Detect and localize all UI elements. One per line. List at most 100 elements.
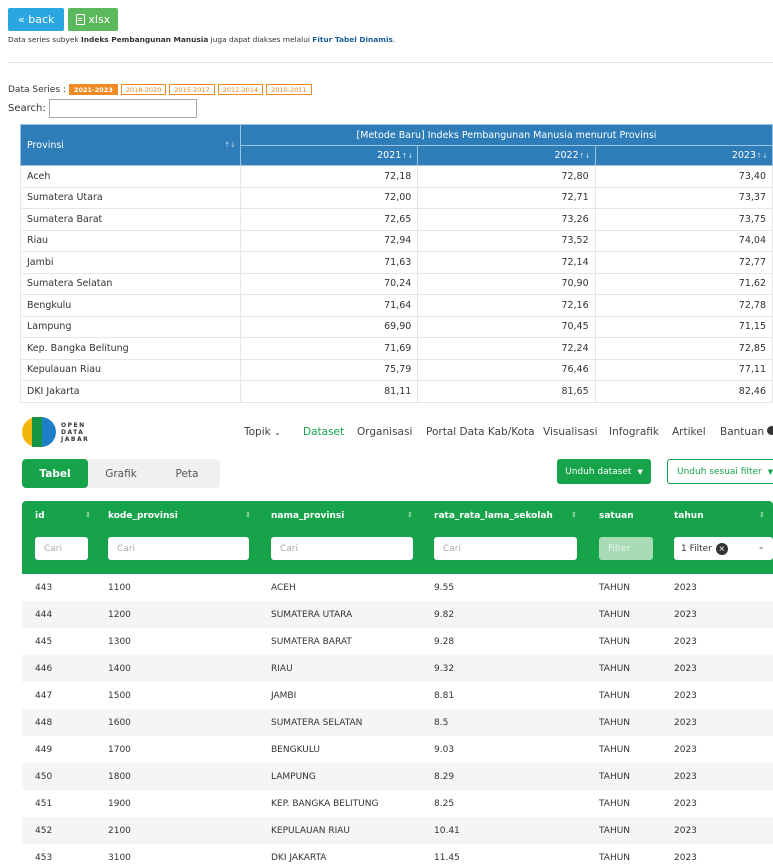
kode-provinsi-cell: 1700 (108, 745, 131, 755)
series-option[interactable]: 2015-2017 (169, 84, 215, 95)
nav-infografik[interactable]: Infografik (609, 426, 659, 438)
value-cell: 73,75 (595, 208, 773, 231)
nav-organisasi[interactable]: Organisasi (357, 426, 412, 438)
col-nama-provinsi[interactable]: nama_provinsi (271, 511, 344, 521)
clear-filter-icon[interactable]: × (715, 542, 728, 555)
sort-icon[interactable]: ⇕ (571, 511, 577, 519)
id-cell: 448 (35, 718, 53, 728)
nav-bantuan[interactable]: Bantuan (720, 426, 773, 438)
nama-provinsi-cell: BENGKULU (271, 745, 320, 755)
sort-icon[interactable]: ⇕ (245, 511, 251, 519)
rata-rata-cell: 9.55 (434, 583, 455, 593)
value-cell: 70,90 (417, 273, 596, 295)
value-cell: 72,00 (240, 187, 419, 209)
filter-nama-input[interactable]: Cari (271, 537, 413, 560)
filter-rata-input[interactable]: Cari (434, 537, 577, 560)
nav-dataset[interactable]: Dataset (303, 426, 344, 438)
nama-provinsi-cell: ACEH (271, 583, 296, 593)
nama-provinsi-cell: DKI JAKARTA (271, 853, 327, 863)
filter-satuan-input[interactable]: Filter (599, 537, 653, 560)
column-header-year[interactable]: 2023 ↑↓ (594, 145, 773, 166)
search-label: Search: (8, 103, 46, 114)
filter-id-input[interactable]: Cari (35, 537, 88, 560)
col-kode-provinsi[interactable]: kode_provinsi (108, 511, 178, 521)
kode-provinsi-cell: 1600 (108, 718, 131, 728)
province-cell: Aceh (20, 165, 241, 188)
kode-provinsi-cell: 2100 (108, 826, 131, 836)
value-cell: 76,46 (417, 359, 596, 381)
nama-provinsi-cell: LAMPUNG (271, 772, 316, 782)
series-option[interactable]: 2010-2011 (266, 84, 312, 95)
unduh-filter-button[interactable]: Unduh sesuai filter ▼ (667, 459, 773, 484)
tab-peta[interactable]: Peta (154, 459, 220, 488)
filter-tahun-select[interactable]: 1 Filter × ⌄ (674, 537, 773, 560)
tab-tabel[interactable]: Tabel (22, 459, 88, 488)
sort-icon[interactable]: ⇕ (759, 511, 765, 519)
kode-provinsi-cell: 1200 (108, 610, 131, 620)
rata-rata-cell: 10.41 (434, 826, 460, 836)
value-cell: 72,85 (595, 337, 773, 360)
sort-icon[interactable]: ⇕ (407, 511, 413, 519)
column-header-year[interactable]: 2021 ↑↓ (239, 145, 419, 166)
value-cell: 73,40 (595, 165, 773, 188)
kode-provinsi-cell: 1500 (108, 691, 131, 701)
nama-provinsi-cell: SUMATERA SELATAN (271, 718, 363, 728)
sort-icon: ↑↓ (224, 141, 236, 149)
id-cell: 449 (35, 745, 53, 755)
table-row: Kepulauan Riau 75,79 76,46 77,11 (20, 359, 773, 381)
table-row: 443 1100 ACEH 9.55 TAHUN 2023 (22, 574, 773, 601)
tab-grafik[interactable]: Grafik (88, 459, 154, 488)
satuan-cell: TAHUN (599, 583, 631, 593)
id-cell: 447 (35, 691, 53, 701)
open-data-jabar-logo[interactable]: OPEN DATA JABAR (22, 416, 89, 448)
filter-kode-input[interactable]: Cari (108, 537, 249, 560)
nav-portal-data[interactable]: Portal Data Kab/Kota (426, 426, 535, 438)
back-button[interactable]: « back (8, 8, 65, 31)
table-row: Bengkulu 71,64 72,16 72,78 (20, 294, 773, 317)
column-header-year[interactable]: 2022 ↑↓ (417, 145, 596, 166)
col-tahun[interactable]: tahun (674, 511, 704, 521)
kode-provinsi-cell: 1400 (108, 664, 131, 674)
value-cell: 71,64 (240, 294, 419, 317)
column-header-provinsi[interactable]: Provinsi ↑↓ (20, 124, 241, 166)
id-cell: 443 (35, 583, 53, 593)
value-cell: 81,65 (417, 380, 596, 403)
id-cell: 450 (35, 772, 53, 782)
series-option[interactable]: 2018-2020 (120, 84, 167, 95)
value-cell: 72,80 (417, 165, 596, 188)
nav-topik[interactable]: Topik ⌄ (244, 426, 281, 438)
satuan-cell: TAHUN (599, 853, 631, 863)
ipm-table: Provinsi ↑↓ [Metode Baru] Indeks Pembangu… (20, 124, 773, 403)
sort-icon[interactable]: ⇕ (85, 511, 91, 519)
tabel-dinamis-link[interactable]: Fitur Tabel Dinamis (312, 35, 393, 44)
series-option[interactable]: 2012-2014 (217, 84, 264, 95)
data-series-label: Data Series : (8, 84, 66, 95)
table-row: 452 2100 KEPULAUAN RIAU 10.41 TAHUN 2023 (22, 817, 773, 844)
desc-suffix: . (392, 35, 396, 44)
rata-rata-cell: 9.32 (434, 664, 455, 674)
data-series-selector: Data Series : 2021-2023 2018-2020 2015-2… (8, 84, 312, 95)
satuan-cell: TAHUN (599, 610, 631, 620)
value-cell: 69,90 (240, 316, 419, 338)
caret-down-icon: ▼ (767, 467, 773, 476)
series-option[interactable]: 2021-2023 (68, 84, 118, 95)
id-cell: 452 (35, 826, 53, 836)
unduh-dataset-button[interactable]: Unduh dataset ▼ (557, 459, 651, 484)
table-row: Sumatera Barat 72,65 73,26 73,75 (20, 208, 773, 231)
table-row: 453 3100 DKI JAKARTA 11.45 TAHUN 2023 (22, 844, 773, 864)
xlsx-download-button[interactable]: xlsx (68, 8, 119, 31)
col-rata-rata-lama-sekolah[interactable]: rata_rata_lama_sekolah (434, 511, 553, 521)
satuan-cell: TAHUN (599, 718, 631, 728)
chevron-down-icon: ⌄ (757, 542, 765, 552)
col-satuan[interactable]: satuan (599, 511, 634, 521)
value-cell: 72,65 (240, 208, 419, 231)
kode-provinsi-cell: 3100 (108, 853, 131, 863)
nav-artikel[interactable]: Artikel (672, 426, 706, 438)
col-id[interactable]: id (35, 511, 45, 521)
rata-rata-cell: 9.03 (434, 745, 455, 755)
rata-rata-cell: 8.25 (434, 799, 455, 809)
satuan-cell: TAHUN (599, 772, 631, 782)
nav-visualisasi[interactable]: Visualisasi (543, 426, 598, 438)
chevron-down-icon: ⌄ (274, 428, 281, 437)
search-input[interactable] (48, 99, 197, 118)
